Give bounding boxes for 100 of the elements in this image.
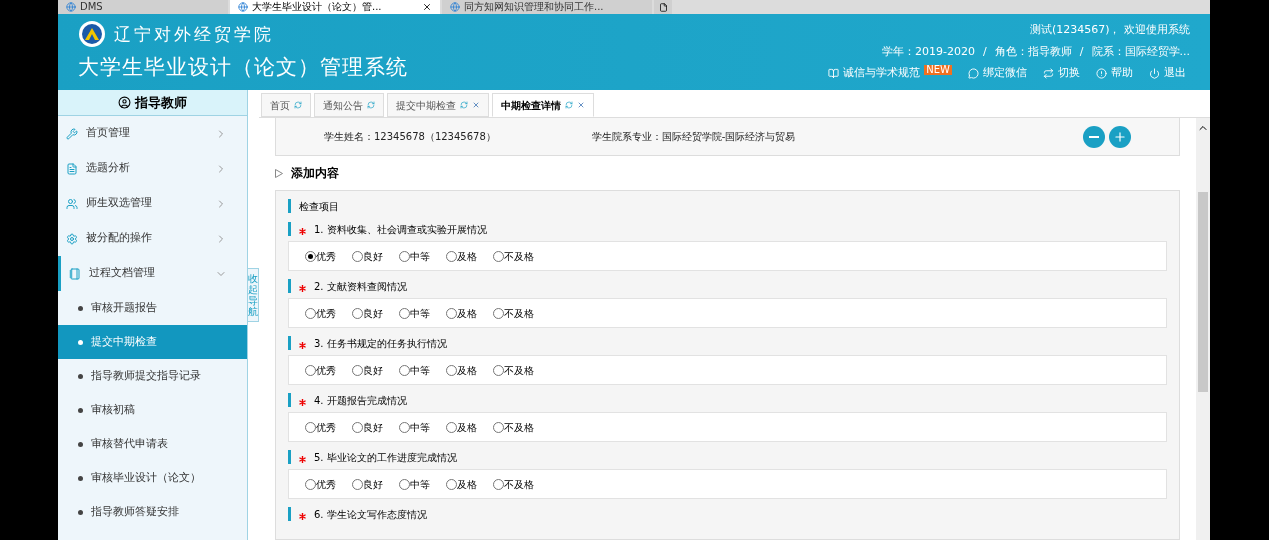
radio-button[interactable] (352, 364, 363, 376)
radio-button[interactable] (493, 307, 504, 319)
refresh-icon[interactable] (367, 101, 375, 109)
radio-option[interactable]: 中等 (399, 476, 430, 492)
radio-option[interactable]: 优秀 (305, 248, 336, 264)
radio-button[interactable] (305, 364, 316, 376)
radio-button[interactable] (399, 421, 410, 433)
role-text: 角色：指导教师 (994, 43, 1072, 60)
submenu-item[interactable]: 审核毕业设计（论文） (58, 461, 247, 495)
browser-tab[interactable]: DMS (58, 0, 228, 14)
radio-button[interactable] (352, 421, 363, 433)
page-tab[interactable]: 首页 (261, 93, 311, 117)
radio-button[interactable] (446, 307, 457, 319)
radio-button[interactable] (493, 478, 504, 490)
radio-option[interactable]: 不及格 (493, 419, 534, 435)
bullet-icon (78, 407, 83, 413)
submenu-item[interactable]: 指导教师答疑安排 (58, 495, 247, 529)
radio-button[interactable] (305, 307, 316, 319)
new-badge: NEW (924, 64, 952, 75)
page-tab[interactable]: 提交中期检查 (387, 93, 489, 117)
sidebar-title-text: 指导教师 (135, 93, 187, 112)
radio-option[interactable]: 良好 (352, 419, 383, 435)
radio-option[interactable]: 及格 (446, 476, 477, 492)
radio-option[interactable]: 不及格 (493, 476, 534, 492)
collapse-button[interactable] (1083, 125, 1105, 148)
close-icon[interactable] (422, 2, 432, 12)
people-icon (66, 197, 78, 210)
question-label: 4. 开题报告完成情况 (314, 393, 407, 408)
radio-button[interactable] (446, 250, 457, 262)
radio-button[interactable] (399, 478, 410, 490)
radio-button[interactable] (493, 250, 504, 262)
question-label: 2. 文献资料查阅情况 (314, 279, 407, 294)
scroll-thumb[interactable] (1198, 192, 1208, 392)
radio-button[interactable] (446, 478, 457, 490)
radio-button[interactable] (305, 421, 316, 433)
question-label: 5. 毕业论文的工作进度完成情况 (314, 450, 457, 465)
switch-icon (1043, 68, 1054, 79)
radio-option[interactable]: 优秀 (305, 419, 336, 435)
department-text: 院系：国际经贸学... (1091, 43, 1190, 60)
radio-button[interactable] (446, 421, 457, 433)
triangle-icon (275, 168, 283, 178)
radio-button[interactable] (352, 307, 363, 319)
submenu-item[interactable]: 指导教师提交指导记录 (58, 359, 247, 393)
radio-option[interactable]: 优秀 (305, 305, 336, 321)
browser-tab[interactable]: 同方知网知识管理和协同工作... (442, 0, 652, 14)
radio-option[interactable]: 及格 (446, 248, 477, 264)
user-icon (118, 96, 131, 109)
question-label: 1. 资料收集、社会调查或实验开展情况 (314, 222, 487, 237)
radio-button[interactable] (493, 421, 504, 433)
radio-button[interactable] (352, 250, 363, 262)
welcome-text: 测试(1234567)， 欢迎使用系统 (1029, 22, 1190, 39)
radio-option[interactable]: 优秀 (305, 362, 336, 378)
radio-button[interactable] (305, 250, 316, 262)
radio-option[interactable]: 及格 (446, 305, 477, 321)
menu-item[interactable]: 选题分析 (58, 151, 247, 186)
refresh-icon[interactable] (460, 101, 468, 109)
browser-tab[interactable]: 大学生毕业设计（论文）管... (230, 0, 440, 14)
radio-button[interactable] (399, 307, 410, 319)
menu-item[interactable]: 被分配的操作 (58, 221, 247, 256)
radio-option[interactable]: 不及格 (493, 305, 534, 321)
radio-option[interactable]: 中等 (399, 419, 430, 435)
radio-option[interactable]: 不及格 (493, 248, 534, 264)
radio-option[interactable]: 良好 (352, 362, 383, 378)
menu-item[interactable]: 师生双选管理 (58, 186, 247, 221)
radio-button[interactable] (305, 478, 316, 490)
radio-option[interactable]: 优秀 (305, 476, 336, 492)
radio-button[interactable] (352, 478, 363, 490)
gear-icon (66, 232, 78, 245)
radio-button[interactable] (399, 364, 410, 376)
radio-option[interactable]: 中等 (399, 362, 430, 378)
radio-option[interactable]: 良好 (352, 476, 383, 492)
radio-button[interactable] (493, 364, 504, 376)
radio-option[interactable]: 良好 (352, 305, 383, 321)
submenu-item[interactable]: 审核开题报告 (58, 291, 247, 325)
bullet-icon (78, 373, 83, 379)
bullet-icon (78, 339, 83, 345)
radio-option[interactable]: 中等 (399, 248, 430, 264)
school-logo (78, 20, 106, 49)
submenu-item[interactable]: 审核替代申请表 (58, 427, 247, 461)
page-icon (238, 2, 248, 12)
radio-option[interactable]: 及格 (446, 419, 477, 435)
radio-option[interactable]: 不及格 (493, 362, 534, 378)
radio-option[interactable]: 及格 (446, 362, 477, 378)
page-tab[interactable]: 中期检查详情 (492, 93, 594, 117)
page-tab[interactable]: 通知公告 (314, 93, 384, 117)
refresh-icon[interactable] (565, 101, 573, 109)
new-tab-button[interactable] (654, 0, 672, 14)
student-major: 学生院系专业：国际经贸学院-国际经济与贸易 (591, 130, 796, 144)
radio-option[interactable]: 中等 (399, 305, 430, 321)
document-icon (66, 162, 78, 175)
submenu-item[interactable]: 审核初稿 (58, 393, 247, 427)
radio-option[interactable]: 良好 (352, 248, 383, 264)
radio-button[interactable] (446, 364, 457, 376)
radio-button[interactable] (399, 250, 410, 262)
menu-item[interactable]: 首页管理 (58, 116, 247, 151)
refresh-icon[interactable] (294, 101, 302, 109)
new-tab-icon (658, 2, 668, 12)
page-icon (66, 2, 76, 12)
separator: / (1079, 43, 1084, 60)
expand-button[interactable] (1109, 125, 1131, 148)
